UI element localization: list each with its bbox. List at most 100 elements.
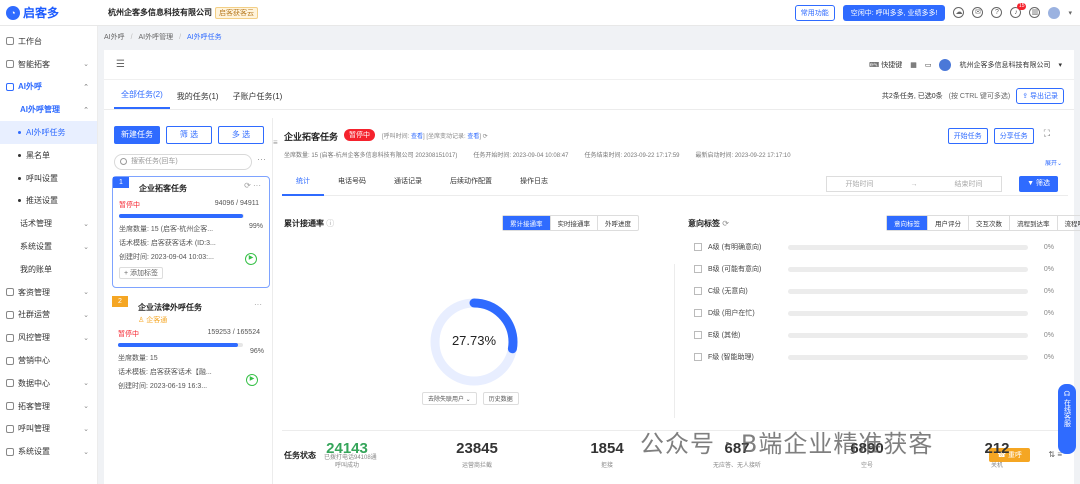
sidebar-item-label: 客资管理 xyxy=(18,287,50,297)
tab-followup-config[interactable]: 后续动作配置 xyxy=(436,170,506,196)
screen-icon[interactable]: ▭ xyxy=(925,61,932,69)
tab-my-tasks[interactable]: 我的任务(1) xyxy=(170,91,226,109)
checkbox[interactable] xyxy=(694,309,702,317)
building-icon[interactable]: ▥ xyxy=(1029,7,1041,18)
checkbox[interactable] xyxy=(694,265,702,273)
tab-phone-numbers[interactable]: 电话号码 xyxy=(324,170,380,196)
sidebar-item-ai-call[interactable]: AI外呼 ⌃ xyxy=(0,76,97,99)
new-task-button[interactable]: 新建任务 xyxy=(114,126,160,144)
sidebar-item-sys-settings-sub[interactable]: 系统设置 ⌄ xyxy=(0,235,97,258)
users-icon xyxy=(6,288,14,297)
common-functions-button[interactable]: 常用功能 xyxy=(794,4,835,21)
sidebar-item-system[interactable]: 系统设置 ⌄ xyxy=(0,440,97,463)
filter-button[interactable]: ▼ 筛选 xyxy=(1019,176,1058,192)
card-tools[interactable]: ⟳ ··· xyxy=(244,181,261,190)
sidebar-item-customer[interactable]: 客资管理 ⌄ xyxy=(0,281,97,304)
sidebar-item-community[interactable]: 社群运营 ⌄ xyxy=(0,304,97,327)
start-task-button[interactable]: 开始任务 xyxy=(947,128,988,144)
refresh-icon[interactable]: ⟳ xyxy=(722,219,729,228)
sidebar-item-call-manage[interactable]: 呼叫管理 ⌄ xyxy=(0,418,97,441)
breadcrumb-item[interactable]: AI外呼 xyxy=(104,34,125,41)
promo-button[interactable]: 空闲中: 呼叫多多, 业绩多多! xyxy=(842,4,946,21)
chevron-down-icon: ⌄ xyxy=(83,448,89,456)
grid-icon[interactable]: ▦ xyxy=(910,61,917,69)
chevron-down-icon[interactable]: ▾ xyxy=(1058,61,1062,69)
sidebar-item-ai-call-manage[interactable]: AI外呼管理 ⌃ xyxy=(0,98,97,121)
seg-flow-reach[interactable]: 流程到达率 xyxy=(1009,216,1057,230)
sidebar-item-ai-call-task[interactable]: AI外呼任务 xyxy=(0,121,97,144)
bell-icon[interactable]: ♪ 15 xyxy=(1010,3,1027,18)
headset-icon: ☊ xyxy=(1063,391,1071,398)
task-card-2[interactable]: 2 企业法律外呼任务 ··· ♙ 企客通 暂停中 159253 / 165524 … xyxy=(112,296,270,396)
sidebar-item-blacklist[interactable]: 黑名单 xyxy=(0,144,97,167)
filter-button[interactable]: 筛 选 xyxy=(166,126,212,144)
task-card-1[interactable]: 1 企业拓客任务 ⟳ ··· 暂停中 94096 / 94911 99% 坐席数量… xyxy=(112,176,270,288)
sidebar-item-smart-prospect[interactable]: 智能拓客 ⌄ xyxy=(0,53,97,76)
panel-resize-handle[interactable]: ≡ xyxy=(272,118,280,484)
progress-percent: 99% xyxy=(248,223,263,230)
checkbox[interactable] xyxy=(694,331,702,339)
tab-all-tasks[interactable]: 全部任务(2) xyxy=(114,89,170,109)
multi-select-button[interactable]: 多 选 xyxy=(218,126,264,144)
breadcrumb-item[interactable]: AI外呼管理 xyxy=(138,34,173,41)
logo[interactable]: ◔ 启客多 xyxy=(0,4,100,21)
chevron-down-icon: ⌄ xyxy=(83,311,89,319)
play-icon[interactable]: ▶ xyxy=(245,253,257,265)
view-seat-change-link[interactable]: 查看 xyxy=(467,134,479,140)
seg-realtime[interactable]: 实时接通率 xyxy=(549,216,598,230)
seg-flow-complete[interactable]: 流程听完率 xyxy=(1056,216,1080,230)
seg-interactions[interactable]: 交互次数 xyxy=(968,216,1009,230)
menu-toggle-icon[interactable]: ☰ xyxy=(116,59,125,70)
help-icon[interactable]: ? xyxy=(991,7,1003,18)
tab-operation-log[interactable]: 操作日志 xyxy=(506,170,562,196)
expand-link[interactable]: 展开⌄ xyxy=(1045,158,1062,167)
exclude-lost-users-select[interactable]: 去除失联用户 ⌄ xyxy=(422,392,477,405)
view-call-time-link[interactable]: 查看 xyxy=(411,134,423,140)
tab-sub-account-tasks[interactable]: 子账户任务(1) xyxy=(226,91,290,109)
history-data-button[interactable]: 历史数据 xyxy=(482,392,519,405)
sidebar-item-risk[interactable]: 风控管理 ⌄ xyxy=(0,326,97,349)
info-icon[interactable]: ⓘ xyxy=(326,219,334,228)
play-icon[interactable]: ▶ xyxy=(246,374,258,386)
seg-intent-tag[interactable]: 意向标签 xyxy=(887,216,927,230)
cloud-icon[interactable]: ☁ xyxy=(953,7,965,18)
card-status: 暂停中 94096 / 94911 xyxy=(119,200,263,210)
add-tag-button[interactable]: + 添加标签 xyxy=(119,267,164,279)
date-range-picker[interactable]: 开始时间 → 结束时间 xyxy=(826,176,1002,192)
sidebar-item-call-settings[interactable]: 呼叫设置 xyxy=(0,167,97,190)
sidebar-item-prospect-manage[interactable]: 拓客管理 ⌄ xyxy=(0,395,97,418)
seg-progress[interactable]: 外呼进度 xyxy=(597,216,638,230)
user-menu-chevron-icon[interactable]: ▾ xyxy=(1068,9,1072,17)
more-icon[interactable]: ··· xyxy=(254,300,262,309)
shortcut-button[interactable]: ⌨ 快捷键 xyxy=(869,60,902,70)
seg-user-score[interactable]: 用户评分 xyxy=(927,216,968,230)
tab-call-records[interactable]: 通话记录 xyxy=(380,170,436,196)
sidebar-item-label: 黑名单 xyxy=(26,150,50,160)
mail-icon[interactable]: ✉ xyxy=(972,7,984,18)
sidebar-item-my-bill[interactable]: 我的账单 xyxy=(0,258,97,281)
fullscreen-icon[interactable]: ⛶ xyxy=(1044,128,1050,144)
sidebar-item-push-settings[interactable]: 推送设置 xyxy=(0,190,97,213)
checkbox[interactable] xyxy=(694,287,702,295)
expand-label: 展开 xyxy=(1044,161,1057,167)
refresh-icon[interactable]: ⟳ xyxy=(483,134,488,140)
more-icon[interactable]: ··· xyxy=(257,154,266,164)
checkbox[interactable] xyxy=(694,243,702,251)
tab-statistics[interactable]: 统计 xyxy=(282,170,324,196)
share-task-button[interactable]: 分享任务 xyxy=(993,128,1034,144)
account-name[interactable]: 杭州企客多信息科技有限公司 xyxy=(959,60,1050,70)
checkbox[interactable] xyxy=(694,353,702,361)
sidebar-item-data-center[interactable]: 数据中心 ⌄ xyxy=(0,372,97,395)
intent-segment: 意向标签 用户评分 交互次数 流程到达率 流程听完率 xyxy=(886,215,1080,231)
sidebar-item-marketing[interactable]: 营销中心 xyxy=(0,349,97,372)
sidebar-item-label: 拓客管理 xyxy=(18,401,50,411)
online-service-button[interactable]: ☊ 在线客服 xyxy=(1058,384,1076,454)
select-value: 去除失联用户 xyxy=(428,397,465,403)
search-input[interactable]: 搜索任务(回车) xyxy=(114,154,252,170)
avatar[interactable] xyxy=(1048,6,1061,19)
sidebar-item-script-manage[interactable]: 话术管理 ⌄ xyxy=(0,212,97,235)
detail-title: 企业拓客任务 xyxy=(284,132,339,142)
export-records-button[interactable]: ⇪ 导出记录 xyxy=(1016,88,1064,104)
seg-cumulative[interactable]: 累计接通率 xyxy=(503,216,550,230)
sidebar-item-workbench[interactable]: 工作台 xyxy=(0,30,97,53)
